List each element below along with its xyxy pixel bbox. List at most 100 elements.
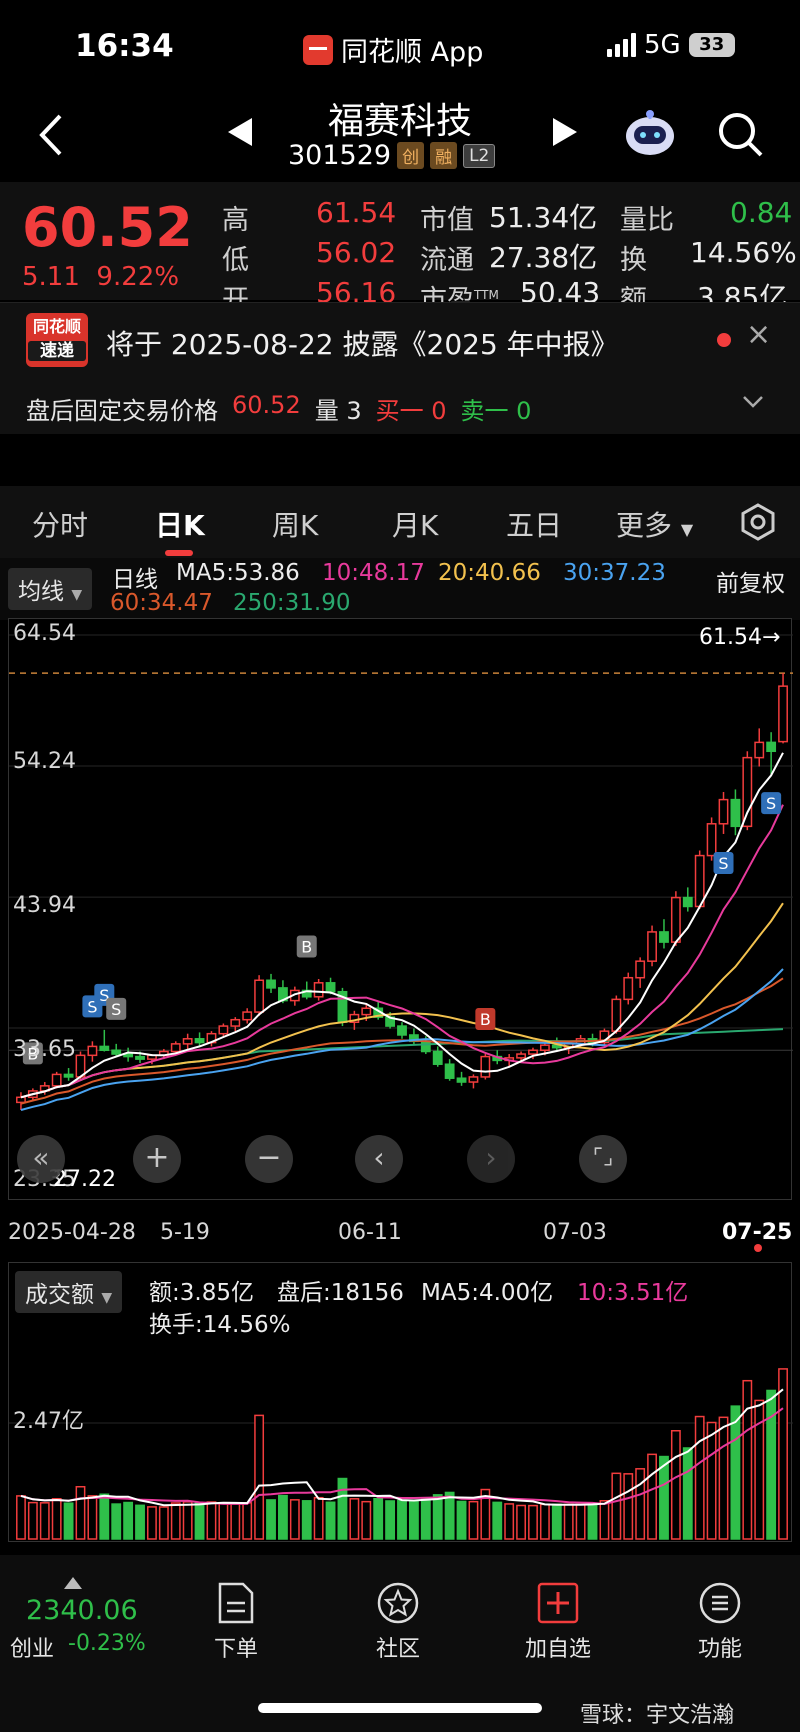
kline-chart[interactable]: BSSSBBSS 64.54 54.24 43.94 33.65 23.35 2… xyxy=(8,618,793,1200)
candle-body xyxy=(730,798,741,828)
flash-news-badge: 同花顺 速递 xyxy=(26,313,88,367)
adjust-mode[interactable]: 前复权 xyxy=(716,564,785,598)
volume-bar xyxy=(647,1453,657,1540)
volume-bar xyxy=(504,1503,515,1540)
order-button[interactable]: 下单 xyxy=(196,1581,276,1663)
tab-intraday[interactable]: 分时 xyxy=(32,504,88,544)
tab-daily-k[interactable]: 日K xyxy=(155,504,205,544)
stock-header: 福赛科技 301529 创 融 L2 xyxy=(0,90,800,182)
ma30-value: 30:37.23 xyxy=(563,560,666,586)
date-label-5: 07-25 xyxy=(722,1220,793,1245)
search-icon[interactable] xyxy=(716,110,764,158)
volume-bar xyxy=(182,1501,193,1540)
volume-bar xyxy=(635,1468,646,1540)
volume-bar xyxy=(516,1504,526,1540)
unread-dot xyxy=(717,333,731,347)
buy1: 买一 0 xyxy=(375,397,447,425)
scroll-left-button[interactable]: ‹ xyxy=(355,1135,403,1183)
candle-body xyxy=(397,1025,407,1036)
news-text[interactable]: 将于 2025-08-22 披露《2025 年中报》 xyxy=(106,323,619,363)
news-banner[interactable]: 同花顺 速递 将于 2025-08-22 披露《2025 年中报》 × 盘后固定交… xyxy=(0,302,800,434)
low-label: 低 xyxy=(222,245,249,276)
dropdown-icon: ▼ xyxy=(101,1290,113,1306)
community-button[interactable]: 社区 xyxy=(358,1581,438,1663)
volume-indicator-selector[interactable]: 成交额 ▼ xyxy=(15,1271,123,1313)
pe-sup: TTM xyxy=(474,288,499,302)
volume-bar xyxy=(456,1500,467,1540)
vr-label: 量比 xyxy=(620,205,674,236)
volume-bar xyxy=(670,1429,681,1540)
candle-body xyxy=(242,1011,253,1021)
candle-body xyxy=(313,982,324,998)
ma60-value: 60:34.47 xyxy=(110,590,213,616)
tab-five-day[interactable]: 五日 xyxy=(506,504,562,544)
volume-chart[interactable]: 成交额 ▼ 额:3.85亿 盘后:18156 MA5:4.00亿 10:3.51… xyxy=(8,1262,793,1542)
tab-monthly-k[interactable]: 月K xyxy=(392,504,438,544)
change-percent: 9.22% xyxy=(96,262,180,292)
candle-body xyxy=(420,1040,431,1053)
home-indicator xyxy=(258,1703,542,1713)
badge-top: 同花顺 xyxy=(32,317,81,336)
volume-bar xyxy=(361,1500,372,1540)
volume-bar xyxy=(599,1500,610,1540)
chevron-down-icon[interactable] xyxy=(742,395,764,409)
dropdown-icon: ▼ xyxy=(680,520,694,539)
candle-body xyxy=(230,1018,241,1027)
network-label: 5G xyxy=(644,30,681,60)
tab-weekly-k[interactable]: 周K xyxy=(272,504,318,544)
after-hours-label: 盘后固定交易价格 xyxy=(26,397,218,425)
volume-bar xyxy=(206,1501,217,1540)
indicator-selector[interactable]: 均线 ▼ xyxy=(8,568,93,610)
candle-body xyxy=(182,1038,193,1045)
menu-icon xyxy=(699,1582,741,1624)
zoom-in-button[interactable]: + xyxy=(133,1135,181,1183)
watermark: 雪球：宇文浩瀚 xyxy=(580,1703,735,1728)
next-stock-icon[interactable] xyxy=(553,118,577,146)
y-tick-2: 54.24 xyxy=(13,749,76,774)
zoom-out-button[interactable]: − xyxy=(245,1135,293,1183)
volume-selector-label: 成交额 xyxy=(25,1282,94,1308)
volume-bar xyxy=(420,1497,431,1540)
volume-bar xyxy=(742,1379,753,1540)
settings-icon[interactable] xyxy=(738,502,778,542)
clock: 16:34 xyxy=(75,28,174,64)
volume-turnover: 换手:14.56% xyxy=(149,1312,291,1338)
fullscreen-button[interactable]: ⌜⌟ xyxy=(579,1135,627,1183)
volume-bar xyxy=(289,1499,300,1540)
candle-body xyxy=(111,1049,122,1055)
function-button[interactable]: 功能 xyxy=(680,1581,760,1663)
y-tick-1: 64.54 xyxy=(13,621,76,646)
candle-body xyxy=(480,1055,491,1078)
volume-bar xyxy=(170,1502,181,1540)
index-value[interactable]: 2340.06 xyxy=(26,1595,138,1626)
tag-chuang: 创 xyxy=(397,142,425,169)
ma-legend: 均线 ▼ 日线 MA5:53.86 10:48.17 20:40.66 30:3… xyxy=(0,558,800,620)
float-value: 27.38亿 xyxy=(489,241,598,274)
volume-bar xyxy=(623,1473,634,1540)
volume-bar xyxy=(194,1502,205,1540)
indicator-selector-label: 均线 xyxy=(18,579,64,605)
after-hours-row[interactable]: 盘后固定交易价格 60.52 量 3 买一 0 卖一 0 xyxy=(26,391,531,426)
candle-body xyxy=(623,976,634,1001)
candle-body xyxy=(647,931,657,962)
ma-type: 日线 xyxy=(112,567,158,593)
volume-bar xyxy=(575,1503,586,1540)
volume-bar xyxy=(218,1502,229,1540)
candle-body xyxy=(766,741,777,753)
volume-bar xyxy=(111,1503,122,1540)
status-bar: 16:34 同花顺 App 5G 33 xyxy=(0,0,800,90)
rewind-button[interactable]: « xyxy=(17,1135,65,1183)
candle-body xyxy=(444,1063,455,1079)
volume-bar xyxy=(528,1504,538,1540)
chart-tabs: 分时 日K 周K 月K 五日 更多 ▼ xyxy=(0,486,800,558)
stock-code: 301529 xyxy=(288,140,392,171)
volume-bar xyxy=(99,1493,110,1540)
robot-assistant-icon[interactable] xyxy=(622,108,678,158)
volume-bar xyxy=(301,1500,312,1540)
scroll-right-button[interactable]: › xyxy=(467,1135,515,1183)
add-watchlist-button[interactable]: 加自选 xyxy=(518,1581,598,1663)
volume-bar xyxy=(563,1503,574,1540)
close-icon[interactable]: × xyxy=(746,317,771,352)
tab-more[interactable]: 更多 ▼ xyxy=(616,504,693,544)
high-label: 高 xyxy=(222,205,249,236)
